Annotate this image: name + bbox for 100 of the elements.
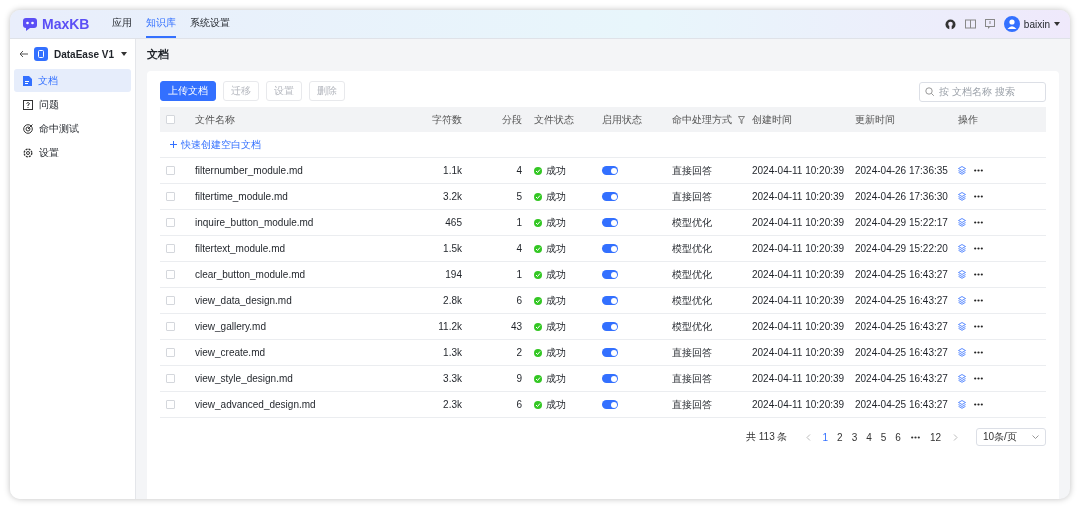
success-icon (534, 296, 542, 305)
row-checkbox[interactable] (166, 270, 175, 279)
layers-icon[interactable] (958, 218, 966, 227)
column-header: 更新时间 (855, 112, 896, 127)
page-number[interactable]: 2 (837, 431, 843, 443)
segment-count: 6 (516, 399, 522, 410)
help-icon[interactable] (984, 19, 995, 29)
created-time: 2024-04-11 10:20:39 (752, 399, 845, 410)
more-icon[interactable] (974, 351, 983, 354)
chat-bot-icon (22, 17, 38, 31)
layers-icon[interactable] (958, 348, 966, 357)
plus-icon (170, 141, 177, 148)
char-count: 465 (445, 217, 462, 228)
more-icon[interactable] (974, 247, 983, 250)
success-icon (534, 270, 542, 279)
more-icon[interactable] (974, 169, 983, 172)
back-arrow-icon[interactable] (19, 50, 28, 58)
enable-switch[interactable] (602, 244, 618, 253)
hit-mode: 模型优化 (672, 267, 712, 282)
created-time: 2024-04-11 10:20:39 (752, 347, 845, 358)
hit-mode: 直接回答 (672, 163, 712, 178)
more-icon[interactable] (974, 403, 983, 406)
segment-count: 4 (516, 243, 522, 254)
layers-icon[interactable] (958, 244, 966, 253)
column-header: 启用状态 (602, 112, 643, 127)
row-checkbox[interactable] (166, 192, 175, 201)
file-name: filternumber_module.md (195, 165, 303, 176)
layers-icon[interactable] (958, 270, 966, 279)
toolbar-button[interactable]: 上传文档 (160, 81, 216, 101)
page-number[interactable]: 5 (880, 431, 887, 443)
enable-switch[interactable] (602, 374, 618, 383)
layers-icon[interactable] (958, 322, 966, 331)
row-checkbox[interactable] (166, 218, 175, 227)
layers-icon[interactable] (958, 166, 966, 175)
user-menu[interactable]: baixin (1003, 16, 1060, 32)
search-field[interactable]: 按 文档名称 搜索 (919, 81, 1046, 102)
layers-icon[interactable] (958, 192, 966, 201)
document-icon (23, 75, 32, 86)
enable-switch[interactable] (602, 348, 618, 357)
dropdown-caret-icon[interactable] (121, 52, 127, 56)
enable-switch[interactable] (602, 296, 618, 305)
page-number[interactable]: 6 (895, 431, 901, 443)
sidebar-item[interactable]: 命中测试 (14, 117, 131, 140)
enable-switch[interactable] (602, 192, 618, 201)
gear-icon (23, 147, 33, 158)
page-number[interactable]: 4 (866, 431, 872, 443)
updated-time: 2024-04-26 17:36:30 (855, 191, 948, 202)
page-number[interactable]: 12 (929, 431, 941, 443)
sidebar-item[interactable]: 问题 (14, 93, 131, 116)
file-name: clear_button_module.md (195, 269, 306, 280)
more-icon[interactable] (974, 195, 983, 198)
row-checkbox[interactable] (166, 166, 175, 175)
segment-count: 5 (516, 191, 522, 202)
success-icon (534, 192, 542, 201)
caret-icon (1054, 22, 1060, 26)
char-count: 2.3k (443, 399, 462, 410)
created-time: 2024-04-11 10:20:39 (752, 165, 845, 176)
layers-icon[interactable] (958, 296, 966, 305)
more-icon[interactable] (974, 377, 983, 380)
more-icon[interactable] (974, 273, 983, 276)
row-checkbox[interactable] (166, 348, 175, 357)
row-checkbox[interactable] (166, 322, 175, 331)
layers-icon[interactable] (958, 374, 966, 383)
enable-switch[interactable] (602, 400, 618, 409)
dataset-icon (34, 47, 48, 61)
enable-switch[interactable] (602, 166, 618, 175)
enable-switch[interactable] (602, 270, 618, 279)
app-logo: MaxKB (42, 16, 90, 32)
file-status: 成功 (546, 397, 566, 412)
sidebar-item[interactable]: 设置 (14, 141, 131, 164)
row-checkbox[interactable] (166, 296, 175, 305)
filter-icon[interactable] (738, 115, 745, 124)
page-number[interactable]: 1 (822, 431, 829, 443)
more-icon[interactable] (974, 325, 983, 328)
file-status: 成功 (546, 293, 566, 308)
github-icon[interactable] (944, 18, 956, 30)
row-checkbox[interactable] (166, 400, 175, 409)
enable-switch[interactable] (602, 218, 618, 227)
char-count: 3.2k (443, 191, 462, 202)
book-icon[interactable] (964, 19, 976, 29)
sidebar-item[interactable]: 文档 (14, 69, 131, 92)
nav-tab[interactable]: 应用 (112, 10, 132, 38)
nav-tab[interactable]: 系统设置 (190, 10, 230, 38)
chevron-down-icon (1032, 435, 1039, 439)
char-count: 11.2k (438, 321, 462, 332)
created-time: 2024-04-11 10:20:39 (752, 321, 845, 332)
file-status: 成功 (546, 189, 566, 204)
select-all-checkbox[interactable] (166, 115, 175, 124)
enable-switch[interactable] (602, 322, 618, 331)
row-checkbox[interactable] (166, 244, 175, 253)
create-link[interactable]: 快速创建空白文档 (170, 137, 261, 152)
layers-icon[interactable] (958, 400, 966, 409)
more-pages-icon[interactable] (910, 435, 920, 439)
success-icon (534, 374, 542, 383)
more-icon[interactable] (974, 299, 983, 302)
more-icon[interactable] (974, 221, 983, 224)
nav-tab[interactable]: 知识库 (146, 10, 176, 38)
row-checkbox[interactable] (166, 374, 175, 383)
page-number[interactable]: 3 (851, 431, 858, 443)
page-size-select[interactable]: 10条/页 (976, 428, 1046, 446)
